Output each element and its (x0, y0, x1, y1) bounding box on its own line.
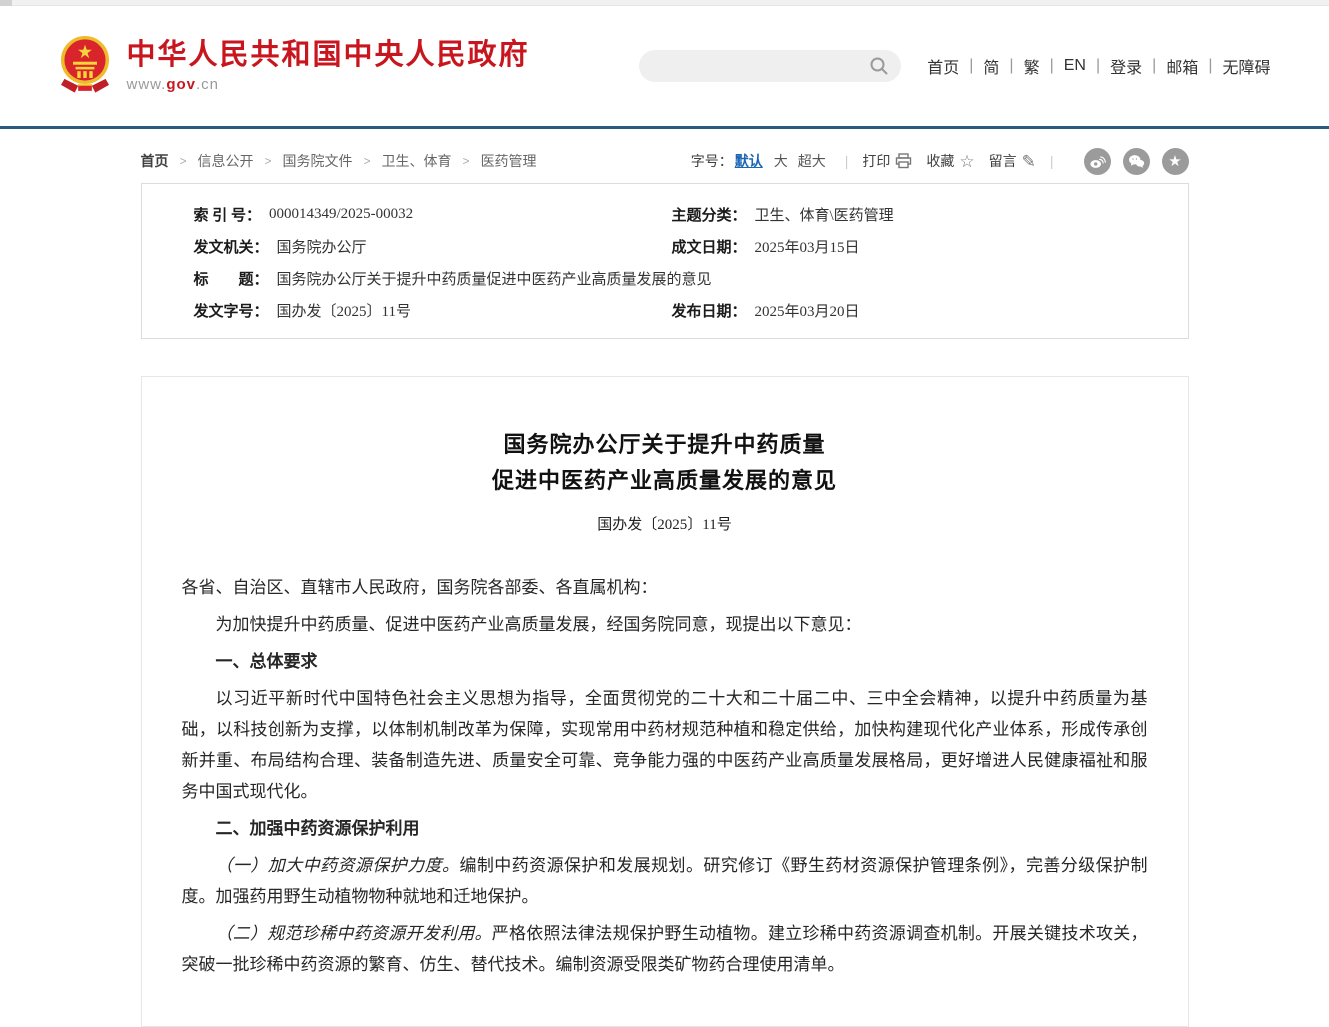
meta-doc-number-value: 国办发〔2025〕11号 (277, 300, 411, 321)
paragraph-salutation: 各省、自治区、直辖市人民政府，国务院各部委、各直属机构： (182, 572, 1148, 603)
document-body: 各省、自治区、直辖市人民政府，国务院各部委、各直属机构： 为加快提升中药质量、促… (182, 572, 1148, 980)
site-title: 中华人民共和国中央人民政府 (127, 39, 530, 72)
nav-mail[interactable]: 邮箱 (1166, 54, 1198, 78)
site-url: www.gov.cn (127, 76, 530, 93)
search-input[interactable] (639, 50, 901, 82)
page-toolbar: 字号： 默认 大 超大 | 打印 收藏 ☆ 留言 ✎ | (691, 148, 1189, 175)
breadcrumb-home[interactable]: 首页 (141, 151, 169, 171)
header-divider (0, 126, 1329, 129)
nav-traditional[interactable]: 繁 (1024, 54, 1040, 78)
breadcrumb-separator: > (364, 154, 371, 168)
meta-publish-date-value: 2025年03月20日 (755, 300, 860, 321)
paragraph-item-2: （二）规范珍稀中药资源开发利用。严格依照法律法规保护野生动植物。建立珍稀中药资源… (182, 918, 1148, 980)
meta-topic-category-value: 卫生、体育\医药管理 (755, 204, 894, 225)
share-qzone-button[interactable]: ★ (1162, 148, 1189, 175)
meta-title-value: 国务院办公厅关于提升中药质量促进中医药产业高质量发展的意见 (277, 268, 712, 289)
paragraph-intro: 为加快提升中药质量、促进中医药产业高质量发展，经国务院同意，现提出以下意见： (182, 609, 1148, 640)
section-heading-2: 二、加强中药资源保护利用 (182, 813, 1148, 844)
nav-accessibility[interactable]: 无障碍 (1222, 54, 1270, 78)
star-outline-icon: ☆ (959, 153, 974, 170)
pencil-icon: ✎ (1022, 153, 1036, 170)
document-content-box: 国务院办公厅关于提升中药质量 促进中医药产业高质量发展的意见 国办发〔2025〕… (141, 376, 1189, 1027)
nav-english[interactable]: EN (1064, 57, 1086, 75)
section-heading-1: 一、总体要求 (182, 646, 1148, 677)
meta-title-label: 标 题： (194, 268, 269, 289)
nav-simplified[interactable]: 简 (983, 54, 999, 78)
nav-login[interactable]: 登录 (1110, 54, 1142, 78)
meta-written-date-value: 2025年03月15日 (755, 236, 860, 257)
qzone-star-icon: ★ (1168, 154, 1181, 169)
comment-button[interactable]: 留言 ✎ (989, 151, 1036, 171)
favorite-button[interactable]: 收藏 ☆ (926, 151, 974, 171)
document-metadata-box: 索 引 号： 000014349/2025-00032 主题分类： 卫生、体育\… (141, 183, 1189, 339)
wechat-icon (1128, 153, 1145, 170)
font-size-label: 字号： (691, 151, 733, 171)
breadcrumb-medicine-admin[interactable]: 医药管理 (481, 151, 537, 171)
breadcrumb-separator: > (265, 154, 272, 168)
search-icon[interactable] (869, 56, 889, 76)
browser-top-strip (0, 0, 1329, 6)
share-group: ★ (1072, 148, 1189, 175)
site-logo[interactable]: 中华人民共和国中央人民政府 www.gov.cn (59, 36, 530, 96)
nav-home[interactable]: 首页 (927, 54, 959, 78)
font-size-xlarge-button[interactable]: 超大 (798, 151, 826, 171)
paragraph-overall: 以习近平新时代中国特色社会主义思想为指导，全面贯彻党的二十大和二十届二中、三中全… (182, 683, 1148, 807)
meta-doc-number-label: 发文字号： (194, 300, 269, 321)
site-header: 中华人民共和国中央人民政府 www.gov.cn 首页| 简| 繁| EN| 登… (0, 6, 1329, 126)
weibo-icon (1089, 153, 1106, 170)
document-number: 国办发〔2025〕11号 (182, 513, 1148, 534)
breadcrumb: 首页 > 信息公开 > 国务院文件 > 卫生、体育 > 医药管理 (141, 151, 537, 171)
breadcrumb-health-sports[interactable]: 卫生、体育 (382, 151, 452, 171)
meta-index-number-value: 000014349/2025-00032 (269, 206, 413, 223)
national-emblem-icon (59, 36, 111, 96)
top-nav: 首页| 简| 繁| EN| 登录| 邮箱| 无障碍 (927, 54, 1270, 78)
top-strip-nub (0, 0, 12, 6)
font-size-large-button[interactable]: 大 (774, 151, 788, 171)
document-title: 国务院办公厅关于提升中药质量 促进中医药产业高质量发展的意见 (182, 427, 1148, 499)
meta-written-date-label: 成文日期： (672, 236, 747, 257)
breadcrumb-state-council-docs[interactable]: 国务院文件 (283, 151, 353, 171)
meta-index-number-label: 索 引 号： (194, 204, 262, 225)
share-weibo-button[interactable] (1084, 148, 1111, 175)
meta-issuing-agency-value: 国务院办公厅 (277, 236, 367, 257)
font-size-default-button[interactable]: 默认 (735, 151, 763, 171)
paragraph-item-1: （一）加大中药资源保护力度。编制中药资源保护和发展规划。研究修订《野生药材资源保… (182, 850, 1148, 912)
breadcrumb-info-disclosure[interactable]: 信息公开 (198, 151, 254, 171)
breadcrumb-separator: > (180, 154, 187, 168)
search-box (639, 50, 901, 82)
meta-issuing-agency-label: 发文机关： (194, 236, 269, 257)
breadcrumb-separator: > (463, 154, 470, 168)
share-wechat-button[interactable] (1123, 148, 1150, 175)
meta-topic-category-label: 主题分类： (672, 204, 747, 225)
printer-icon (895, 153, 912, 169)
meta-publish-date-label: 发布日期： (672, 300, 747, 321)
print-button[interactable]: 打印 (862, 151, 912, 171)
